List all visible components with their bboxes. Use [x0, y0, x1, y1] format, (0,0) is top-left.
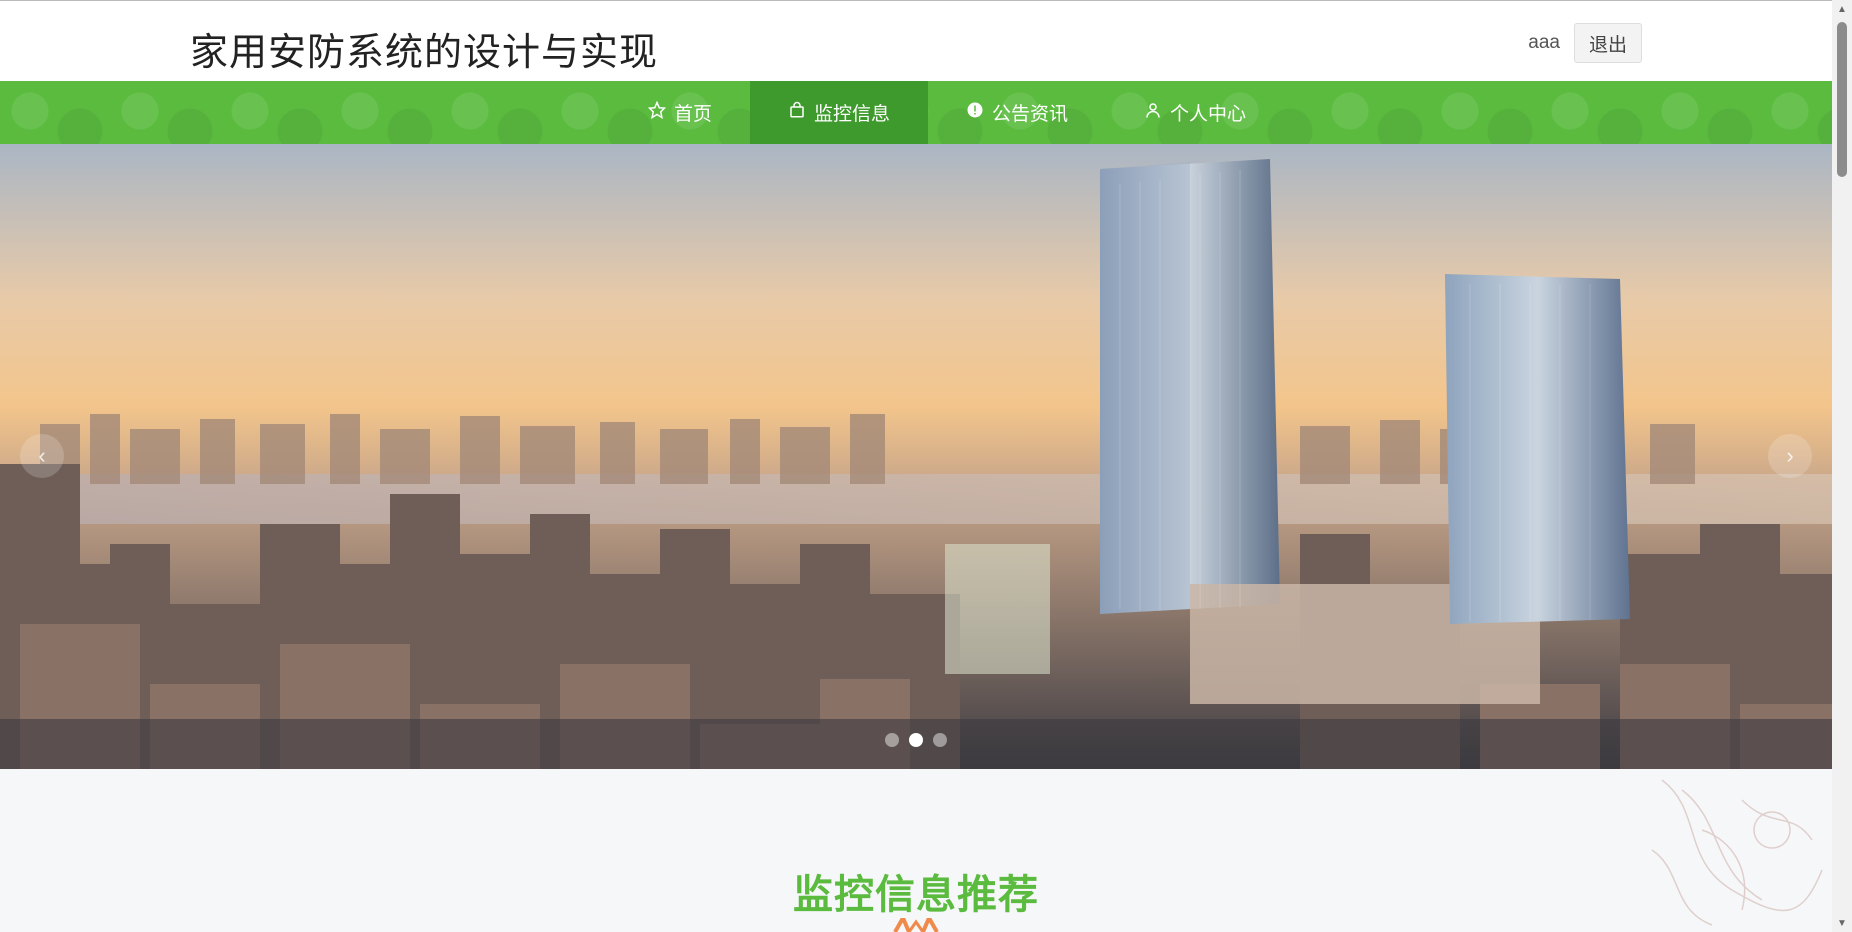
city-skyline-image: [0, 144, 1832, 769]
page-scrollbar[interactable]: ▲ ▼: [1832, 0, 1852, 932]
carousel-dot[interactable]: [933, 733, 947, 747]
page: 家用安防系统的设计与实现 aaa 退出 首页 监控信息 公告资讯 个人中心 ‹ …: [0, 0, 1852, 932]
site-title: 家用安防系统的设计与实现: [190, 30, 659, 74]
nav-item-label: 监控信息: [814, 103, 891, 125]
section-title: 监控信息推荐: [793, 872, 1039, 918]
nav-item-monitor-info[interactable]: 监控信息: [750, 81, 929, 144]
scroll-up-icon[interactable]: ▲: [1832, 0, 1852, 18]
carousel-prev-button[interactable]: ‹: [20, 434, 64, 478]
bag-icon: [788, 101, 806, 124]
main-navbar: 首页 监控信息 公告资讯 个人中心: [0, 81, 1832, 144]
top-header: 家用安防系统的设计与实现 aaa 退出: [0, 0, 1832, 81]
nav-item-home[interactable]: 首页: [610, 81, 750, 144]
title-ornament-icon: [893, 918, 939, 932]
logout-button[interactable]: 退出: [1574, 23, 1642, 63]
nav-item-announcements[interactable]: 公告资讯: [928, 81, 1106, 144]
banner-carousel[interactable]: ‹ ›: [0, 144, 1832, 769]
nav-item-label: 首页: [674, 103, 713, 125]
carousel-dot[interactable]: [909, 733, 923, 747]
chevron-right-icon: ›: [1786, 443, 1794, 468]
user-icon: [1144, 101, 1162, 124]
carousel-next-button[interactable]: ›: [1768, 434, 1812, 478]
carousel-dot[interactable]: [885, 733, 899, 747]
carousel-indicators: [885, 733, 947, 747]
nav-item-personal-center[interactable]: 个人中心: [1106, 81, 1284, 144]
star-icon: [647, 100, 667, 124]
nav-item-label: 个人中心: [1170, 103, 1247, 125]
scrollbar-thumb[interactable]: [1837, 22, 1847, 177]
user-area: aaa 退出: [1528, 23, 1642, 63]
username: aaa: [1528, 32, 1560, 53]
chevron-left-icon: ‹: [38, 443, 46, 468]
alert-circle-icon: [966, 101, 984, 124]
scroll-down-icon[interactable]: ▼: [1832, 914, 1852, 932]
nav-item-label: 公告资讯: [992, 103, 1069, 125]
